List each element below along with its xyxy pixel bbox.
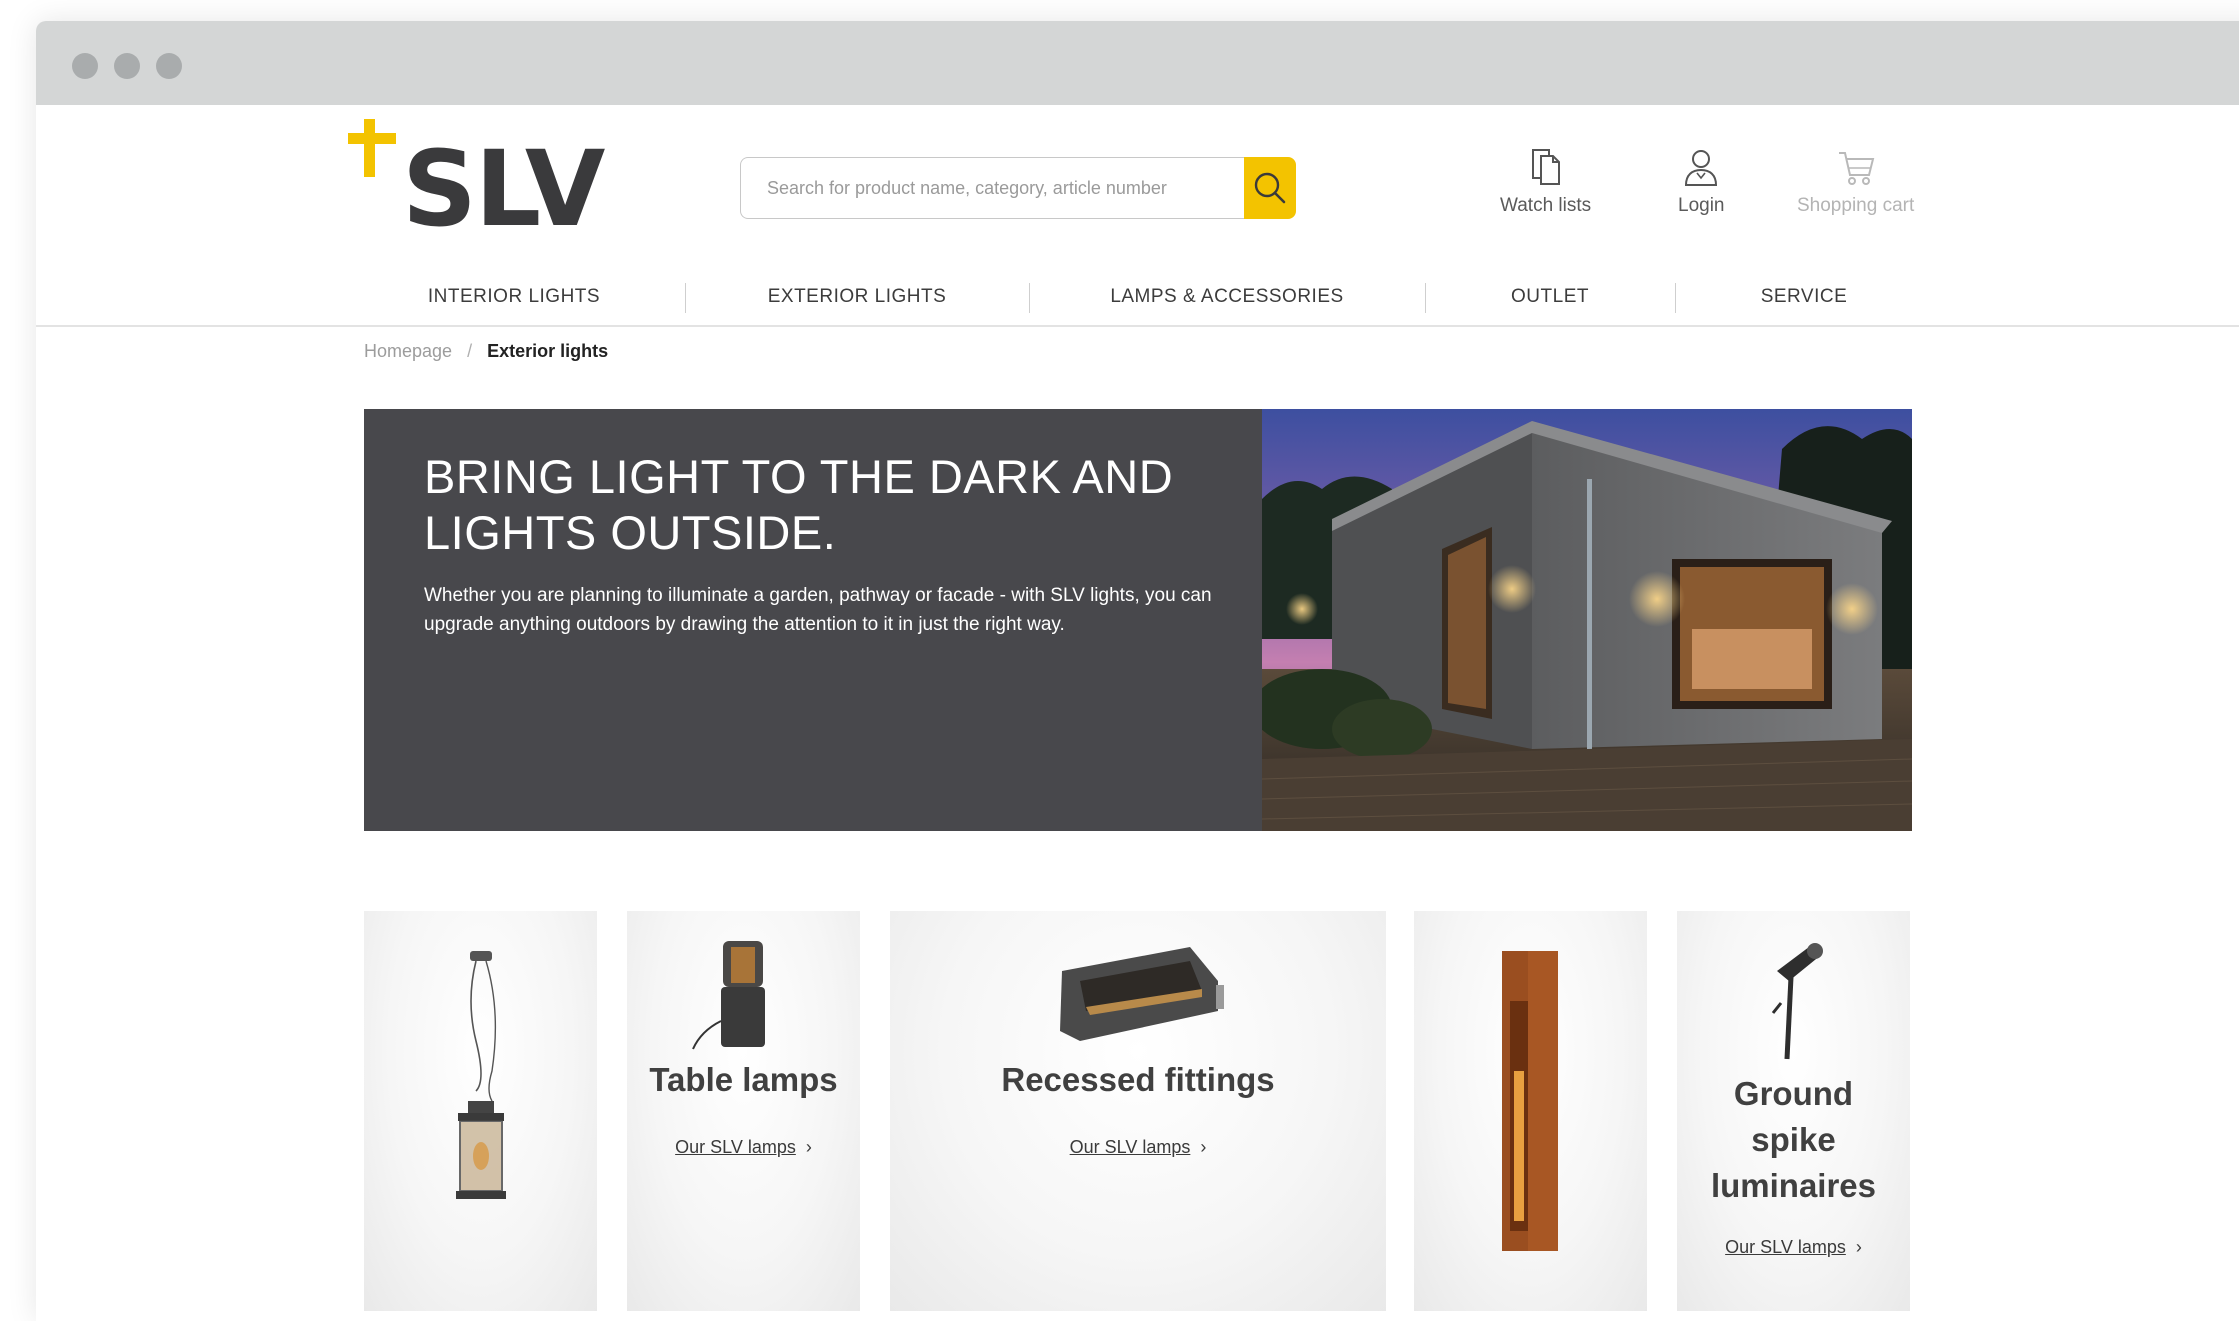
user-icon [1685,150,1718,186]
nav-divider [1029,283,1030,313]
shopping-cart-button[interactable]: Shopping cart [1797,147,1914,217]
minimize-window-button[interactable] [114,53,140,79]
breadcrumb-separator: / [467,341,473,361]
hero-description: Whether you are planning to illuminate a… [424,585,1212,635]
breadcrumb: Homepage / Exterior lights [364,341,608,362]
category-card-pendant[interactable] [364,911,597,1311]
svg-text:SLV: SLV [402,128,605,229]
breadcrumb-home-link[interactable]: Homepage [364,341,452,361]
watchlist-button[interactable]: Watch lists [1500,147,1591,217]
bollard-light-icon [1502,951,1558,1251]
title-bar [36,21,2239,105]
hero-title: BRING LIGHT TO THE DARK AND LIGHTS OUTSI… [424,450,1174,559]
close-window-button[interactable] [72,53,98,79]
chevron-right-icon: › [1200,1137,1207,1157]
hero-image [1262,409,1912,831]
category-link[interactable]: Our SLV lamps › [1677,1237,1910,1258]
nav-lamps-accessories[interactable]: LAMPS & ACCESSORIES [1110,269,1343,325]
recessed-fitting-icon [1060,947,1224,1041]
nav-divider [1425,283,1426,313]
category-card-recessed-fittings[interactable]: Recessed fittings Our SLV lamps › [890,911,1386,1311]
search-icon [1254,172,1286,204]
breadcrumb-current: Exterior lights [487,341,609,361]
table-lamp-icon [692,941,765,1050]
category-title: Recessed fittings [1001,1061,1275,1098]
category-link[interactable]: Our SLV lamps › [890,1137,1386,1158]
shopping-cart-label: Shopping cart [1797,195,1915,216]
search-button[interactable] [1244,157,1296,219]
nav-service[interactable]: SERVICE [1761,269,1848,325]
watchlist-icon [1531,149,1560,185]
category-title: Ground spike luminaires [1710,1075,1877,1204]
nav-divider [1675,283,1676,313]
category-link-text: Our SLV lamps [675,1137,796,1157]
nav-divider [685,283,686,313]
search-input[interactable] [741,158,1244,218]
search-box [740,157,1244,219]
nav-exterior-lights[interactable]: EXTERIOR LIGHTS [768,269,947,325]
category-link[interactable]: Our SLV lamps › [627,1137,860,1158]
login-label: Login [1678,195,1725,216]
page: SLV Watch lists Login [0,105,2239,1311]
nav-outlet[interactable]: OUTLET [1511,269,1589,325]
main-navigation: INTERIOR LIGHTS EXTERIOR LIGHTS LAMPS & … [36,269,2239,327]
category-link-text: Our SLV lamps [1069,1137,1191,1157]
category-title: Table lamps [649,1061,838,1098]
login-button[interactable]: Login [1678,147,1725,217]
slv-logo[interactable]: SLV [348,119,638,229]
category-card-table-lamps[interactable]: Table lamps Our SLV lamps › [627,911,860,1311]
chevron-right-icon: › [1855,1237,1862,1257]
ground-spike-icon [1771,943,1823,1060]
category-link-text: Our SLV lamps [1725,1237,1846,1257]
nav-interior-lights[interactable]: INTERIOR LIGHTS [428,269,600,325]
category-card-bollard[interactable] [1414,911,1647,1311]
cart-icon [1838,152,1874,185]
maximize-window-button[interactable] [156,53,182,79]
category-card-ground-spike[interactable]: Ground spike luminaires Our SLV lamps › [1677,911,1910,1311]
chevron-right-icon: › [805,1137,812,1157]
pendant-lamp-icon [456,951,506,1199]
hero-banner: BRING LIGHT TO THE DARK AND LIGHTS OUTSI… [364,409,1262,831]
watchlist-label: Watch lists [1500,195,1592,216]
